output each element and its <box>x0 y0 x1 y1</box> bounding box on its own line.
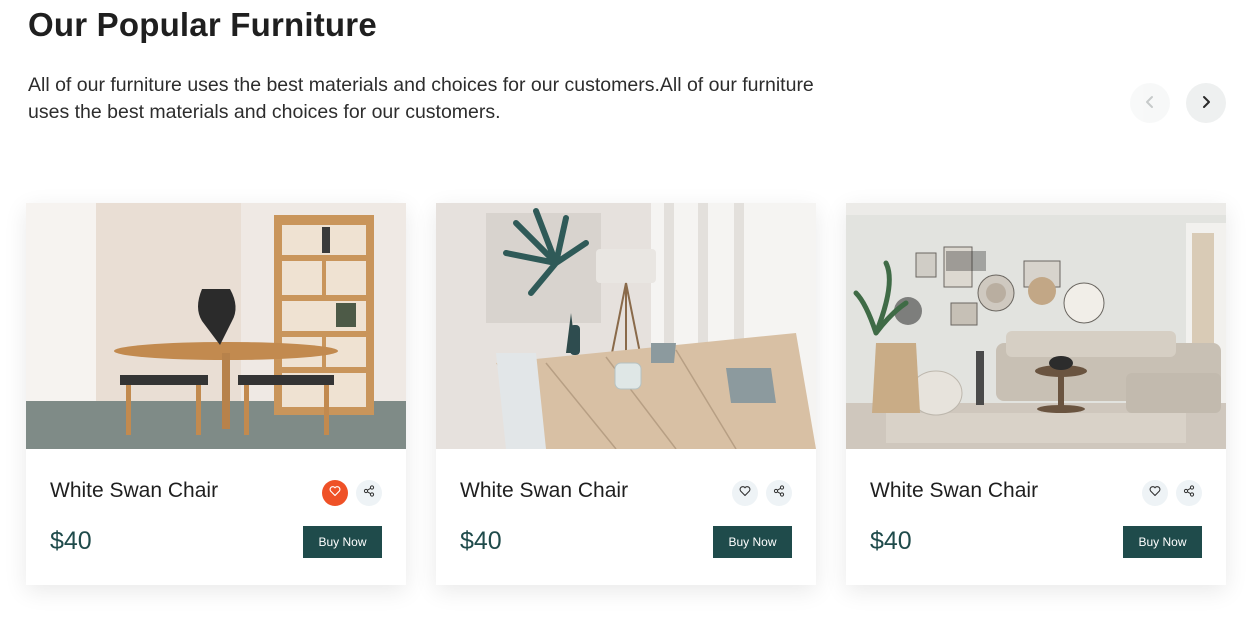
buy-now-button[interactable]: Buy Now <box>1123 526 1202 558</box>
share-button[interactable] <box>356 480 382 506</box>
product-image-living-room[interactable] <box>846 203 1226 449</box>
buy-now-button[interactable]: Buy Now <box>303 526 382 558</box>
share-button[interactable] <box>1176 480 1202 506</box>
share-icon <box>363 484 375 502</box>
share-button[interactable] <box>766 480 792 506</box>
product-name[interactable]: White Swan Chair <box>870 479 1038 503</box>
section-title: Our Popular Furniture <box>28 6 377 43</box>
product-card[interactable]: White Swan Chair $40 Buy Now <box>436 203 816 585</box>
section-description: All of our furniture uses the best mater… <box>28 74 814 123</box>
product-image-dining-table[interactable] <box>436 203 816 449</box>
product-price: $40 <box>870 527 912 555</box>
heart-icon <box>1149 484 1161 502</box>
product-card[interactable]: White Swan Chair $40 Buy Now <box>26 203 406 585</box>
product-name[interactable]: White Swan Chair <box>50 479 218 503</box>
carousel-next-button[interactable] <box>1186 83 1226 123</box>
product-price: $40 <box>460 527 502 555</box>
share-icon <box>1183 484 1195 502</box>
product-name[interactable]: White Swan Chair <box>460 479 628 503</box>
product-image-dining-set[interactable] <box>26 203 406 449</box>
product-price: $40 <box>50 527 92 555</box>
favorite-button[interactable] <box>1142 480 1168 506</box>
chevron-left-icon <box>1142 94 1158 113</box>
buy-now-button[interactable]: Buy Now <box>713 526 792 558</box>
carousel-prev-button[interactable] <box>1130 83 1170 123</box>
heart-icon <box>739 484 751 502</box>
chevron-right-icon <box>1198 94 1214 113</box>
favorite-button[interactable] <box>322 480 348 506</box>
product-card[interactable]: White Swan Chair $40 Buy Now <box>846 203 1226 585</box>
share-icon <box>773 484 785 502</box>
favorite-button[interactable] <box>732 480 758 506</box>
heart-icon <box>329 484 341 502</box>
